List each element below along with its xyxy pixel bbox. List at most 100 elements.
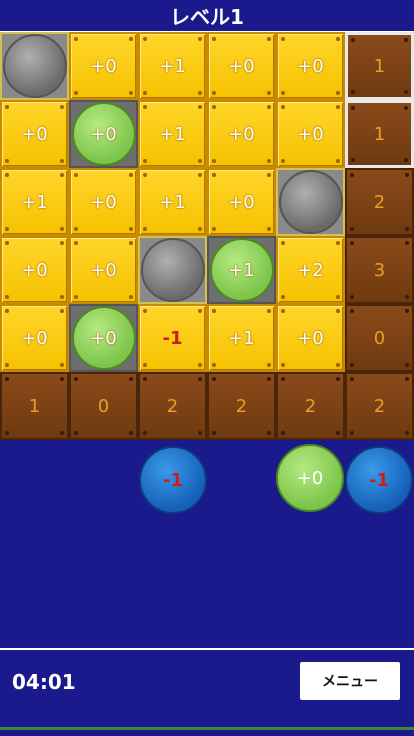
tile-value: +1 — [159, 123, 186, 145]
piece-value: -1 — [163, 469, 183, 491]
blue-piece[interactable]: -1 — [139, 446, 207, 514]
rivet-icon — [350, 241, 354, 245]
rivet-icon — [129, 37, 133, 41]
tile-value: 1 — [373, 123, 386, 145]
blocked-tile[interactable] — [0, 32, 69, 100]
tile-value: 2 — [373, 395, 386, 417]
rivet-icon — [351, 38, 355, 42]
board-tile[interactable]: +0 — [69, 236, 138, 304]
rivet-icon — [198, 105, 202, 109]
rivet-icon — [404, 158, 408, 162]
rivet-icon — [74, 241, 78, 245]
target-count-cell: 2 — [345, 372, 414, 440]
rivet-icon — [267, 105, 271, 109]
rivet-icon — [336, 377, 340, 381]
rivet-icon — [129, 431, 133, 435]
rivet-icon — [212, 37, 216, 41]
placed-piece-tile[interactable]: +1 — [207, 236, 276, 304]
rivet-icon — [60, 363, 64, 367]
rivet-icon — [5, 105, 9, 109]
board-tile[interactable]: +0 — [0, 100, 69, 168]
board-tile[interactable]: +0 — [0, 304, 69, 372]
placed-piece-tile[interactable]: +0 — [69, 304, 138, 372]
board-tile[interactable]: +0 — [69, 32, 138, 100]
rivet-icon — [405, 173, 409, 177]
rivet-icon — [60, 241, 64, 245]
rivet-icon — [350, 363, 354, 367]
tile-value: -1 — [162, 327, 183, 349]
tile-value: +0 — [297, 55, 324, 77]
rivet-icon — [267, 173, 271, 177]
board-tile[interactable]: +0 — [276, 304, 345, 372]
board-tile[interactable]: +0 — [207, 100, 276, 168]
rivet-icon — [267, 37, 271, 41]
rivet-icon — [5, 295, 9, 299]
board-tile[interactable]: +0 — [276, 100, 345, 168]
rivet-icon — [212, 159, 216, 163]
board-tile[interactable]: +0 — [0, 236, 69, 304]
tile-value: +0 — [297, 123, 324, 145]
rivet-icon — [281, 37, 285, 41]
rivet-icon — [129, 91, 133, 95]
board-tile[interactable]: +1 — [0, 168, 69, 236]
board-tile[interactable]: +0 — [69, 168, 138, 236]
rivet-icon — [350, 173, 354, 177]
tile-value: 2 — [304, 395, 317, 417]
rivet-icon — [212, 377, 216, 381]
board-tile[interactable]: +0 — [207, 32, 276, 100]
rivet-icon — [350, 227, 354, 231]
rivet-icon — [405, 431, 409, 435]
board-tile[interactable]: +1 — [138, 32, 207, 100]
rivet-icon — [74, 173, 78, 177]
tile-value: +0 — [90, 123, 117, 145]
tile-value: 1 — [28, 395, 41, 417]
board-tile[interactable]: -1 — [138, 304, 207, 372]
rivet-icon — [198, 159, 202, 163]
tile-value: 2 — [166, 395, 179, 417]
rivet-icon — [336, 37, 340, 41]
piece-value: +0 — [296, 467, 324, 489]
rivet-icon — [212, 105, 216, 109]
rivet-icon — [143, 37, 147, 41]
rivet-icon — [129, 241, 133, 245]
tile-value: +0 — [228, 191, 255, 213]
rivet-icon — [405, 309, 409, 313]
rivet-icon — [267, 227, 271, 231]
tile-value: +1 — [159, 55, 186, 77]
placed-piece-tile[interactable]: +0 — [69, 100, 138, 168]
rivet-icon — [405, 377, 409, 381]
board-tile[interactable]: +0 — [276, 32, 345, 100]
blocked-tile[interactable] — [276, 168, 345, 236]
board-tile[interactable]: +1 — [138, 168, 207, 236]
target-count-cell: 2 — [138, 372, 207, 440]
rivet-icon — [143, 363, 147, 367]
rivet-icon — [5, 159, 9, 163]
rivet-icon — [267, 377, 271, 381]
tile-value: 2 — [235, 395, 248, 417]
rivet-icon — [405, 363, 409, 367]
blocked-tile[interactable] — [138, 236, 207, 304]
blue-piece[interactable]: -1 — [345, 446, 413, 514]
tile-value: +0 — [90, 327, 117, 349]
tile-value: +1 — [21, 191, 48, 213]
board-tile[interactable]: +1 — [138, 100, 207, 168]
board-tile[interactable]: +2 — [276, 236, 345, 304]
target-count-cell: 2 — [345, 168, 414, 236]
rivet-icon — [267, 159, 271, 163]
rivet-icon — [281, 309, 285, 313]
rivet-icon — [5, 309, 9, 313]
tile-value: +2 — [297, 259, 324, 281]
board-tile[interactable]: +0 — [207, 168, 276, 236]
tile-value: +0 — [228, 55, 255, 77]
rivet-icon — [198, 431, 202, 435]
target-count-cell: 0 — [69, 372, 138, 440]
rivet-icon — [212, 173, 216, 177]
rivet-icon — [5, 241, 9, 245]
tile-value: +0 — [90, 259, 117, 281]
green-piece[interactable]: +0 — [276, 444, 344, 512]
footer-bar: 04:01 メニュー — [0, 648, 414, 730]
rivet-icon — [351, 106, 355, 110]
tile-value: 0 — [373, 327, 386, 349]
menu-button[interactable]: メニュー — [300, 662, 400, 700]
board-tile[interactable]: +1 — [207, 304, 276, 372]
